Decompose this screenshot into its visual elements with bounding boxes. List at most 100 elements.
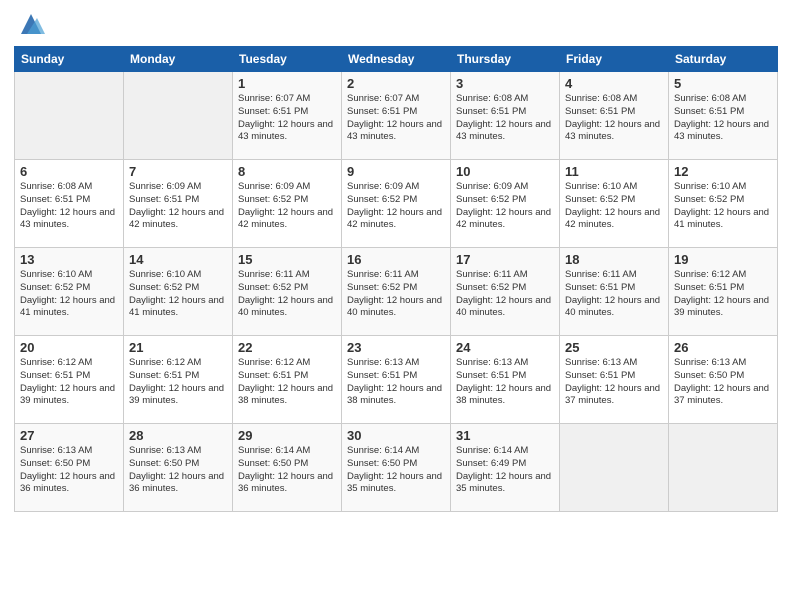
day-info: Sunrise: 6:13 AM Sunset: 6:51 PM Dayligh…: [347, 357, 445, 408]
day-number: 10: [456, 164, 554, 179]
day-info: Sunrise: 6:10 AM Sunset: 6:52 PM Dayligh…: [674, 181, 772, 232]
calendar-day-cell: 15Sunrise: 6:11 AM Sunset: 6:52 PM Dayli…: [233, 248, 342, 336]
day-info: Sunrise: 6:11 AM Sunset: 6:52 PM Dayligh…: [347, 269, 445, 320]
calendar-day-cell: 18 Sunrise: 6:11 AM Sunset: 6:51 PM Dayli…: [560, 248, 669, 336]
day-number: 15: [238, 252, 336, 267]
day-number: 3: [456, 76, 554, 91]
day-info: Sunrise: 6:13 AM Sunset: 6:50 PM Dayligh…: [129, 445, 227, 496]
day-info: Sunrise: 6:11 AM Sunset: 6:51 PM Dayligh…: [565, 269, 663, 320]
day-number: 4: [565, 76, 663, 91]
calendar-weekday-tuesday: Tuesday: [233, 47, 342, 72]
day-number: 29: [238, 428, 336, 443]
logo: [14, 10, 45, 38]
day-info: Sunrise: 6:13 AM Sunset: 6:51 PM Dayligh…: [565, 357, 663, 408]
day-info: Sunrise: 6:07 AM Sunset: 6:51 PM Dayligh…: [238, 93, 336, 144]
calendar-day-cell: 13Sunrise: 6:10 AM Sunset: 6:52 PM Dayli…: [15, 248, 124, 336]
page-header: [14, 10, 778, 38]
day-number: 5: [674, 76, 772, 91]
calendar-day-cell: 28 Sunrise: 6:13 AM Sunset: 6:50 PM Dayli…: [124, 424, 233, 512]
calendar-day-cell: 5 Sunrise: 6:08 AM Sunset: 6:51 PM Daylig…: [669, 72, 778, 160]
calendar-day-cell: 12 Sunrise: 6:10 AM Sunset: 6:52 PM Dayli…: [669, 160, 778, 248]
day-info: Sunrise: 6:12 AM Sunset: 6:51 PM Dayligh…: [674, 269, 772, 320]
calendar-day-cell: 19 Sunrise: 6:12 AM Sunset: 6:51 PM Dayli…: [669, 248, 778, 336]
day-number: 18: [565, 252, 663, 267]
day-number: 7: [129, 164, 227, 179]
calendar-day-cell: 20Sunrise: 6:12 AM Sunset: 6:51 PM Dayli…: [15, 336, 124, 424]
day-number: 31: [456, 428, 554, 443]
calendar-day-cell: 14 Sunrise: 6:10 AM Sunset: 6:52 PM Dayli…: [124, 248, 233, 336]
calendar-day-cell: 31 Sunrise: 6:14 AM Sunset: 6:49 PM Dayli…: [451, 424, 560, 512]
day-info: Sunrise: 6:08 AM Sunset: 6:51 PM Dayligh…: [20, 181, 118, 232]
calendar-table: SundayMondayTuesdayWednesdayThursdayFrid…: [14, 46, 778, 512]
calendar-weekday-monday: Monday: [124, 47, 233, 72]
day-info: Sunrise: 6:08 AM Sunset: 6:51 PM Dayligh…: [674, 93, 772, 144]
calendar-day-cell: 1 Sunrise: 6:07 AM Sunset: 6:51 PM Daylig…: [233, 72, 342, 160]
calendar-day-cell: 7 Sunrise: 6:09 AM Sunset: 6:51 PM Daylig…: [124, 160, 233, 248]
calendar-day-cell: 24 Sunrise: 6:13 AM Sunset: 6:51 PM Dayli…: [451, 336, 560, 424]
day-number: 24: [456, 340, 554, 355]
day-info: Sunrise: 6:14 AM Sunset: 6:49 PM Dayligh…: [456, 445, 554, 496]
calendar-day-cell: 3 Sunrise: 6:08 AM Sunset: 6:51 PM Daylig…: [451, 72, 560, 160]
day-info: Sunrise: 6:08 AM Sunset: 6:51 PM Dayligh…: [565, 93, 663, 144]
day-info: Sunrise: 6:10 AM Sunset: 6:52 PM Dayligh…: [565, 181, 663, 232]
day-number: 1: [238, 76, 336, 91]
calendar-day-cell: [560, 424, 669, 512]
day-number: 30: [347, 428, 445, 443]
day-number: 19: [674, 252, 772, 267]
day-number: 12: [674, 164, 772, 179]
calendar-week-row: 1 Sunrise: 6:07 AM Sunset: 6:51 PM Daylig…: [15, 72, 778, 160]
calendar-weekday-wednesday: Wednesday: [342, 47, 451, 72]
calendar-day-cell: 8Sunrise: 6:09 AM Sunset: 6:52 PM Daylig…: [233, 160, 342, 248]
day-number: 28: [129, 428, 227, 443]
day-number: 11: [565, 164, 663, 179]
calendar-day-cell: 16 Sunrise: 6:11 AM Sunset: 6:52 PM Dayli…: [342, 248, 451, 336]
day-number: 13: [20, 252, 118, 267]
calendar-day-cell: 11 Sunrise: 6:10 AM Sunset: 6:52 PM Dayli…: [560, 160, 669, 248]
day-number: 16: [347, 252, 445, 267]
calendar-day-cell: 21 Sunrise: 6:12 AM Sunset: 6:51 PM Dayli…: [124, 336, 233, 424]
calendar-day-cell: 6 Sunrise: 6:08 AM Sunset: 6:51 PM Daylig…: [15, 160, 124, 248]
day-info: Sunrise: 6:13 AM Sunset: 6:50 PM Dayligh…: [20, 445, 118, 496]
day-info: Sunrise: 6:10 AM Sunset: 6:52 PM Dayligh…: [129, 269, 227, 320]
calendar-day-cell: 17Sunrise: 6:11 AM Sunset: 6:52 PM Dayli…: [451, 248, 560, 336]
day-info: Sunrise: 6:09 AM Sunset: 6:52 PM Dayligh…: [456, 181, 554, 232]
calendar-day-cell: 25 Sunrise: 6:13 AM Sunset: 6:51 PM Dayli…: [560, 336, 669, 424]
calendar-day-cell: 27 Sunrise: 6:13 AM Sunset: 6:50 PM Dayli…: [15, 424, 124, 512]
calendar-weekday-thursday: Thursday: [451, 47, 560, 72]
day-number: 26: [674, 340, 772, 355]
day-number: 27: [20, 428, 118, 443]
day-number: 17: [456, 252, 554, 267]
day-number: 22: [238, 340, 336, 355]
day-info: Sunrise: 6:12 AM Sunset: 6:51 PM Dayligh…: [129, 357, 227, 408]
day-info: Sunrise: 6:14 AM Sunset: 6:50 PM Dayligh…: [238, 445, 336, 496]
calendar-day-cell: 10 Sunrise: 6:09 AM Sunset: 6:52 PM Dayli…: [451, 160, 560, 248]
day-number: 25: [565, 340, 663, 355]
day-info: Sunrise: 6:13 AM Sunset: 6:50 PM Dayligh…: [674, 357, 772, 408]
calendar-weekday-saturday: Saturday: [669, 47, 778, 72]
calendar-day-cell: 22Sunrise: 6:12 AM Sunset: 6:51 PM Dayli…: [233, 336, 342, 424]
day-number: 23: [347, 340, 445, 355]
calendar-day-cell: 9 Sunrise: 6:09 AM Sunset: 6:52 PM Daylig…: [342, 160, 451, 248]
calendar-day-cell: [124, 72, 233, 160]
day-info: Sunrise: 6:08 AM Sunset: 6:51 PM Dayligh…: [456, 93, 554, 144]
calendar-week-row: 20Sunrise: 6:12 AM Sunset: 6:51 PM Dayli…: [15, 336, 778, 424]
calendar-day-cell: [669, 424, 778, 512]
day-number: 14: [129, 252, 227, 267]
day-number: 8: [238, 164, 336, 179]
day-info: Sunrise: 6:12 AM Sunset: 6:51 PM Dayligh…: [20, 357, 118, 408]
calendar-day-cell: 2Sunrise: 6:07 AM Sunset: 6:51 PM Daylig…: [342, 72, 451, 160]
day-info: Sunrise: 6:13 AM Sunset: 6:51 PM Dayligh…: [456, 357, 554, 408]
day-number: 21: [129, 340, 227, 355]
calendar-day-cell: 26 Sunrise: 6:13 AM Sunset: 6:50 PM Dayli…: [669, 336, 778, 424]
logo-icon: [17, 10, 45, 38]
calendar-week-row: 6 Sunrise: 6:08 AM Sunset: 6:51 PM Daylig…: [15, 160, 778, 248]
day-info: Sunrise: 6:09 AM Sunset: 6:52 PM Dayligh…: [347, 181, 445, 232]
calendar-header-row: SundayMondayTuesdayWednesdayThursdayFrid…: [15, 47, 778, 72]
calendar-day-cell: [15, 72, 124, 160]
day-number: 6: [20, 164, 118, 179]
day-number: 2: [347, 76, 445, 91]
day-number: 9: [347, 164, 445, 179]
calendar-weekday-friday: Friday: [560, 47, 669, 72]
calendar-day-cell: 4 Sunrise: 6:08 AM Sunset: 6:51 PM Daylig…: [560, 72, 669, 160]
day-info: Sunrise: 6:09 AM Sunset: 6:51 PM Dayligh…: [129, 181, 227, 232]
